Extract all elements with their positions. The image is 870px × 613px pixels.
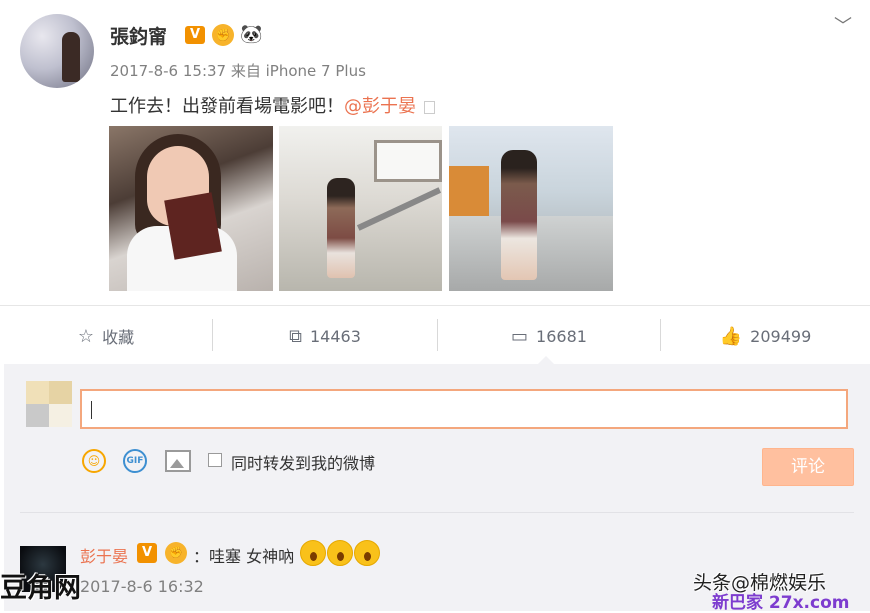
post-image-2[interactable] (279, 126, 442, 291)
repost-icon: ⧉ (289, 325, 302, 347)
comment-submit-button[interactable]: 评论 (762, 448, 854, 486)
comment-time: 2017-8-6 16:32 (80, 577, 204, 596)
fist-bump-badge-icon: ✊ (212, 24, 234, 46)
star-icon: ☆ (77, 325, 95, 347)
comment-icon: ▭ (511, 325, 529, 347)
post-body: 工作去！出發前看場電影吧！ (110, 96, 344, 117)
commenter-verified-badge-icon: V (137, 543, 157, 563)
favorite-button[interactable]: ☆ 收藏 (0, 316, 212, 356)
watermark-left: 豆角网 (0, 573, 81, 604)
chevron-down-icon[interactable]: ﹀ (834, 12, 852, 38)
current-user-avatar (26, 381, 72, 427)
panda-icon: 🐼 (240, 24, 263, 45)
comment-text: ：哇塞 女神吶 (193, 547, 295, 566)
thumbs-up-icon: 👍 (719, 325, 743, 347)
post-meta: 2017-8-6 15:37 来自 iPhone 7 Plus (110, 60, 366, 81)
shocked-face-icon (354, 540, 380, 566)
comment-divider (20, 512, 854, 513)
like-button[interactable]: 👍 209499 (661, 316, 870, 356)
post-timestamp[interactable]: 2017-8-6 15:37 (110, 62, 226, 80)
shocked-face-icon (327, 540, 353, 566)
poster-username[interactable]: 張鈞甯 (110, 22, 167, 49)
post-image-3[interactable] (449, 126, 613, 291)
divider (0, 305, 870, 306)
emoji-icon[interactable]: ☺ (82, 449, 106, 473)
post-source: 来自 iPhone 7 Plus (230, 62, 366, 80)
fist-bump-badge-icon: ✊ (165, 542, 187, 564)
text-cursor (91, 401, 92, 419)
repost-count: 14463 (309, 326, 361, 346)
comment-count: 16681 (536, 326, 587, 346)
shocked-face-icon (300, 540, 326, 566)
placeholder-box-icon (424, 100, 435, 114)
watermark-right-bottom: 新巴家 27x.com (712, 593, 850, 613)
like-count: 209499 (750, 326, 812, 346)
repost-button[interactable]: ⧉ 14463 (213, 316, 437, 356)
post-image-1[interactable] (109, 126, 273, 291)
comment-button[interactable]: ▭ 16681 (438, 316, 660, 356)
action-bar: ☆ 收藏 ⧉ 14463 ▭ 16681 👍 209499 (0, 316, 870, 356)
gif-icon[interactable]: GIF (123, 449, 147, 473)
comment-input[interactable] (80, 389, 848, 429)
commenter-name[interactable]: 彭于晏 (80, 543, 128, 567)
repost-checkbox-label[interactable]: 同时转发到我的微博 (231, 450, 375, 474)
repost-checkbox[interactable] (208, 453, 222, 467)
image-upload-icon[interactable] (165, 450, 191, 472)
post-text: 工作去！出發前看場電影吧！@彭于晏 (110, 92, 435, 118)
poster-avatar[interactable] (20, 14, 94, 88)
mention-link[interactable]: @彭于晏 (344, 96, 416, 117)
favorite-label: 收藏 (102, 328, 135, 347)
verified-badge-icon: V (185, 26, 205, 44)
